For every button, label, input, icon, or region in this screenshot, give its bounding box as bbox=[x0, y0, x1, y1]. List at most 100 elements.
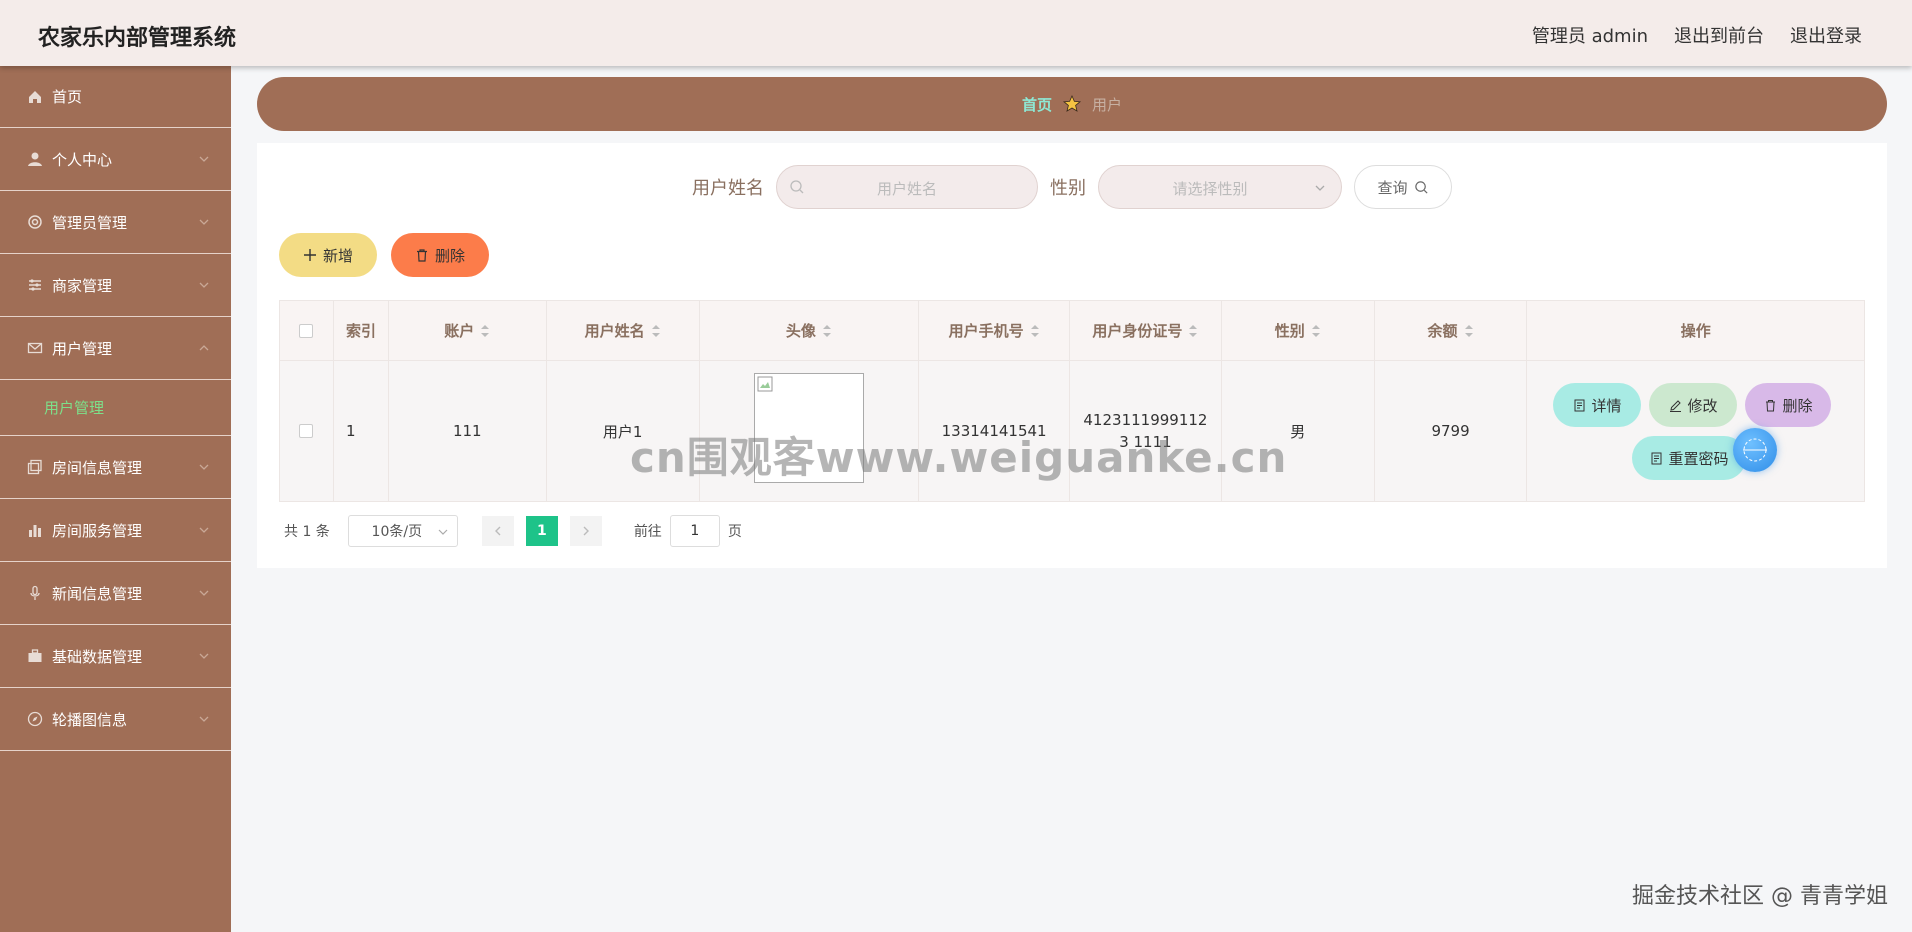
bulk-delete-button[interactable]: 删除 bbox=[391, 233, 489, 277]
sidebar-item-label: 基础数据管理 bbox=[52, 647, 143, 666]
gender-select[interactable]: 请选择性别 bbox=[1098, 165, 1342, 209]
trash-icon bbox=[1766, 399, 1776, 411]
sidebar-item-room-info[interactable]: 房间信息管理 bbox=[0, 436, 231, 499]
chevron-down-icon bbox=[199, 527, 209, 533]
next-page-button[interactable] bbox=[569, 516, 602, 546]
goto-page-input[interactable]: 1 bbox=[669, 515, 720, 547]
id-card-text: 41231119991123 1111 bbox=[1083, 411, 1208, 451]
document-icon bbox=[1651, 452, 1662, 464]
col-index: 索引 bbox=[334, 301, 389, 360]
query-button[interactable]: 查询 bbox=[1354, 165, 1452, 209]
star-icon bbox=[1062, 95, 1082, 112]
sidebar-item-label: 首页 bbox=[52, 88, 83, 106]
chevron-down-icon bbox=[199, 590, 209, 596]
page-number-current[interactable]: 1 bbox=[525, 516, 558, 546]
edit-label: 修改 bbox=[1687, 396, 1718, 415]
col-avatar[interactable]: 头像 bbox=[700, 301, 920, 360]
col-label: 账户 bbox=[444, 322, 475, 340]
col-label: 索引 bbox=[345, 322, 376, 340]
sidebar-item-personal-center[interactable]: 个人中心 bbox=[0, 128, 231, 191]
cell-balance: 9799 bbox=[1375, 361, 1528, 501]
chevron-down-icon bbox=[199, 219, 209, 225]
chevron-down-icon bbox=[199, 464, 209, 470]
broken-image-icon bbox=[757, 376, 772, 392]
row-checkbox[interactable] bbox=[299, 424, 314, 438]
sidebar-item-news-info[interactable]: 新闻信息管理 bbox=[0, 562, 231, 625]
col-label: 余额 bbox=[1427, 322, 1458, 340]
sort-icon bbox=[1189, 324, 1198, 337]
sort-icon bbox=[481, 324, 490, 337]
col-label: 用户姓名 bbox=[584, 322, 645, 340]
search-form: 用户姓名 用户姓名 性别 请选择性别 查询 bbox=[257, 165, 1887, 209]
col-phone[interactable]: 用户手机号 bbox=[919, 301, 1071, 360]
sidebar-item-home[interactable]: 首页 bbox=[0, 66, 231, 128]
admin-user-link[interactable]: 管理员 admin bbox=[1532, 22, 1648, 48]
chevron-down-icon bbox=[1315, 185, 1325, 191]
col-label: 头像 bbox=[785, 322, 816, 340]
row-delete-button[interactable]: 删除 bbox=[1745, 383, 1832, 427]
cell-operations: 详情 修改 删除 重置密码 bbox=[1527, 361, 1864, 501]
total-count: 共 1 条 bbox=[284, 524, 330, 540]
prev-page-button[interactable] bbox=[481, 516, 514, 546]
col-label: 用户手机号 bbox=[948, 322, 1024, 340]
chevron-down-icon bbox=[199, 716, 209, 722]
sidebar-item-base-data[interactable]: 基础数据管理 bbox=[0, 625, 231, 688]
sort-icon bbox=[1311, 324, 1320, 337]
page-size-select[interactable]: 10条/页 bbox=[347, 515, 458, 547]
top-header: 农家乐内部管理系统 管理员 admin 退出到前台 退出登录 bbox=[0, 0, 1912, 66]
edit-button[interactable]: 修改 bbox=[1649, 383, 1738, 427]
breadcrumb-home-link[interactable]: 首页 bbox=[1022, 94, 1052, 115]
detail-label: 详情 bbox=[1591, 396, 1622, 415]
sidebar-subitem-user-manage[interactable]: 用户管理 bbox=[0, 380, 231, 436]
cell-id-card: 41231119991123 1111 bbox=[1070, 361, 1222, 501]
name-search-placeholder: 用户姓名 bbox=[876, 180, 937, 198]
mail-icon bbox=[26, 339, 44, 357]
name-search-input[interactable]: 用户姓名 bbox=[776, 165, 1038, 209]
sort-icon bbox=[822, 324, 831, 337]
col-label: 操作 bbox=[1680, 322, 1711, 340]
add-button[interactable]: 新增 bbox=[279, 233, 377, 277]
sidebar-subitem-label: 用户管理 bbox=[44, 399, 105, 417]
sidebar-item-merchant-manage[interactable]: 商家管理 bbox=[0, 254, 231, 317]
cell-index: 1 bbox=[334, 361, 389, 501]
chevron-down-icon bbox=[199, 653, 209, 659]
col-id-card[interactable]: 用户身份证号 bbox=[1070, 301, 1222, 360]
chevron-down-icon bbox=[199, 156, 209, 162]
sidebar-item-label: 管理员管理 bbox=[52, 213, 128, 232]
gender-label: 性别 bbox=[1050, 178, 1086, 199]
reset-password-button[interactable]: 重置密码 bbox=[1632, 436, 1747, 480]
plus-icon bbox=[303, 249, 316, 261]
sidebar-item-user-manage[interactable]: 用户管理 bbox=[0, 317, 231, 380]
sort-icon bbox=[1464, 324, 1473, 337]
sort-icon bbox=[1030, 324, 1039, 337]
goto-frontend-link[interactable]: 退出到前台 bbox=[1674, 22, 1764, 48]
chevron-down-icon bbox=[438, 529, 448, 535]
select-all-cell bbox=[280, 301, 334, 360]
user-table: 索引 账户 用户姓名 头像 用户手机号 用户身份证号 性别 余额 操作 1 11… bbox=[279, 300, 1865, 502]
col-balance[interactable]: 余额 bbox=[1375, 301, 1528, 360]
col-operations: 操作 bbox=[1527, 301, 1864, 360]
credit-text: 掘金技术社区 @ 青青学姐 bbox=[1632, 884, 1888, 909]
sidebar-item-room-service[interactable]: 房间服务管理 bbox=[0, 499, 231, 562]
chevron-left-icon bbox=[494, 526, 501, 536]
logout-link[interactable]: 退出登录 bbox=[1790, 22, 1862, 48]
content-card: 用户姓名 用户姓名 性别 请选择性别 查询 新增 删除 索引 账户 用户姓名 头… bbox=[257, 143, 1887, 568]
pencil-icon bbox=[1670, 399, 1682, 412]
col-name[interactable]: 用户姓名 bbox=[547, 301, 700, 360]
gender-placeholder: 请选择性别 bbox=[1172, 180, 1248, 198]
sidebar-item-admin-manage[interactable]: 管理员管理 bbox=[0, 191, 231, 254]
sidebar-item-label: 房间信息管理 bbox=[52, 458, 143, 477]
floating-assistant-button[interactable] bbox=[1733, 428, 1778, 472]
col-account[interactable]: 账户 bbox=[389, 301, 547, 360]
home-icon bbox=[26, 88, 44, 106]
select-all-checkbox[interactable] bbox=[299, 323, 314, 338]
detail-button[interactable]: 详情 bbox=[1553, 383, 1642, 427]
compass-icon bbox=[26, 710, 44, 728]
crosshair-icon bbox=[1743, 438, 1768, 462]
table-header: 索引 账户 用户姓名 头像 用户手机号 用户身份证号 性别 余额 操作 bbox=[280, 301, 1864, 361]
col-gender[interactable]: 性别 bbox=[1222, 301, 1375, 360]
sidebar-item-carousel[interactable]: 轮播图信息 bbox=[0, 688, 231, 751]
search-icon bbox=[1414, 180, 1428, 194]
col-label: 用户身份证号 bbox=[1092, 322, 1183, 340]
delete-button-label: 删除 bbox=[434, 246, 465, 265]
